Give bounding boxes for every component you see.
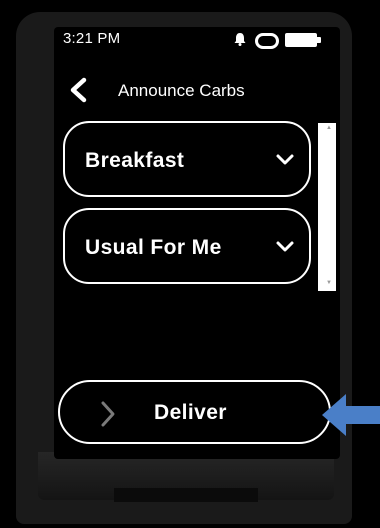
meal-type-dropdown[interactable]: Breakfast — [63, 121, 311, 197]
status-icons — [233, 32, 325, 49]
meal-type-value: Breakfast — [85, 149, 185, 172]
annotation-arrow-icon — [322, 394, 380, 436]
bell-icon — [234, 33, 246, 46]
scrollbar[interactable] — [318, 123, 336, 291]
back-chevron-icon[interactable] — [66, 76, 92, 104]
battery-tip — [317, 37, 321, 43]
scroll-down-icon[interactable]: ▼ — [326, 280, 332, 286]
deliver-button[interactable]: Deliver — [58, 380, 331, 444]
device-stand — [114, 488, 258, 502]
battery-icon — [285, 33, 317, 47]
connection-icon — [255, 33, 279, 49]
chevron-right-icon — [101, 401, 115, 427]
deliver-label: Deliver — [154, 401, 227, 424]
carb-amount-value: Usual For Me — [85, 236, 222, 259]
scroll-up-icon[interactable]: ▲ — [326, 125, 332, 131]
chevron-down-icon — [276, 241, 294, 252]
carb-amount-dropdown[interactable]: Usual For Me — [63, 208, 311, 284]
page-title: Announce Carbs — [118, 81, 245, 100]
chevron-down-icon — [276, 154, 294, 165]
status-time: 3:21 PM — [63, 30, 121, 47]
